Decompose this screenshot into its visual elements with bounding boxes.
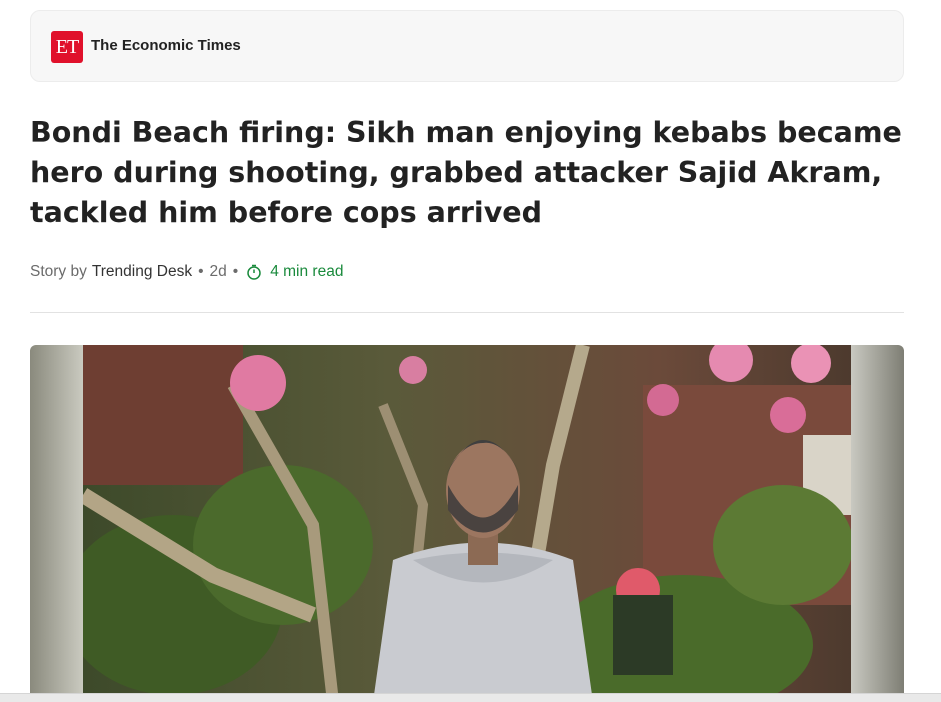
article-age: 2d	[209, 263, 227, 280]
byline-separator: •	[232, 263, 239, 280]
publisher-name[interactable]: The Economic Times	[91, 37, 241, 54]
author-link[interactable]: Trending Desk	[92, 263, 192, 281]
byline-separator: •	[198, 263, 204, 280]
byline-prefix: Story by	[30, 263, 87, 280]
publisher-bar[interactable]: ET The Economic Times	[30, 10, 904, 82]
hero-image[interactable]	[83, 345, 851, 702]
horizontal-scrollbar[interactable]	[0, 693, 941, 702]
stopwatch-icon	[246, 264, 262, 280]
hero-image-frame	[30, 345, 904, 702]
article-headline: Bondi Beach firing: Sikh man enjoying ke…	[30, 116, 902, 229]
read-time: 4 min read	[270, 263, 344, 280]
divider	[30, 312, 904, 313]
article-byline: Story by Trending Desk • 2d • 4 min read	[30, 263, 343, 281]
et-logo[interactable]: ET	[51, 31, 83, 63]
